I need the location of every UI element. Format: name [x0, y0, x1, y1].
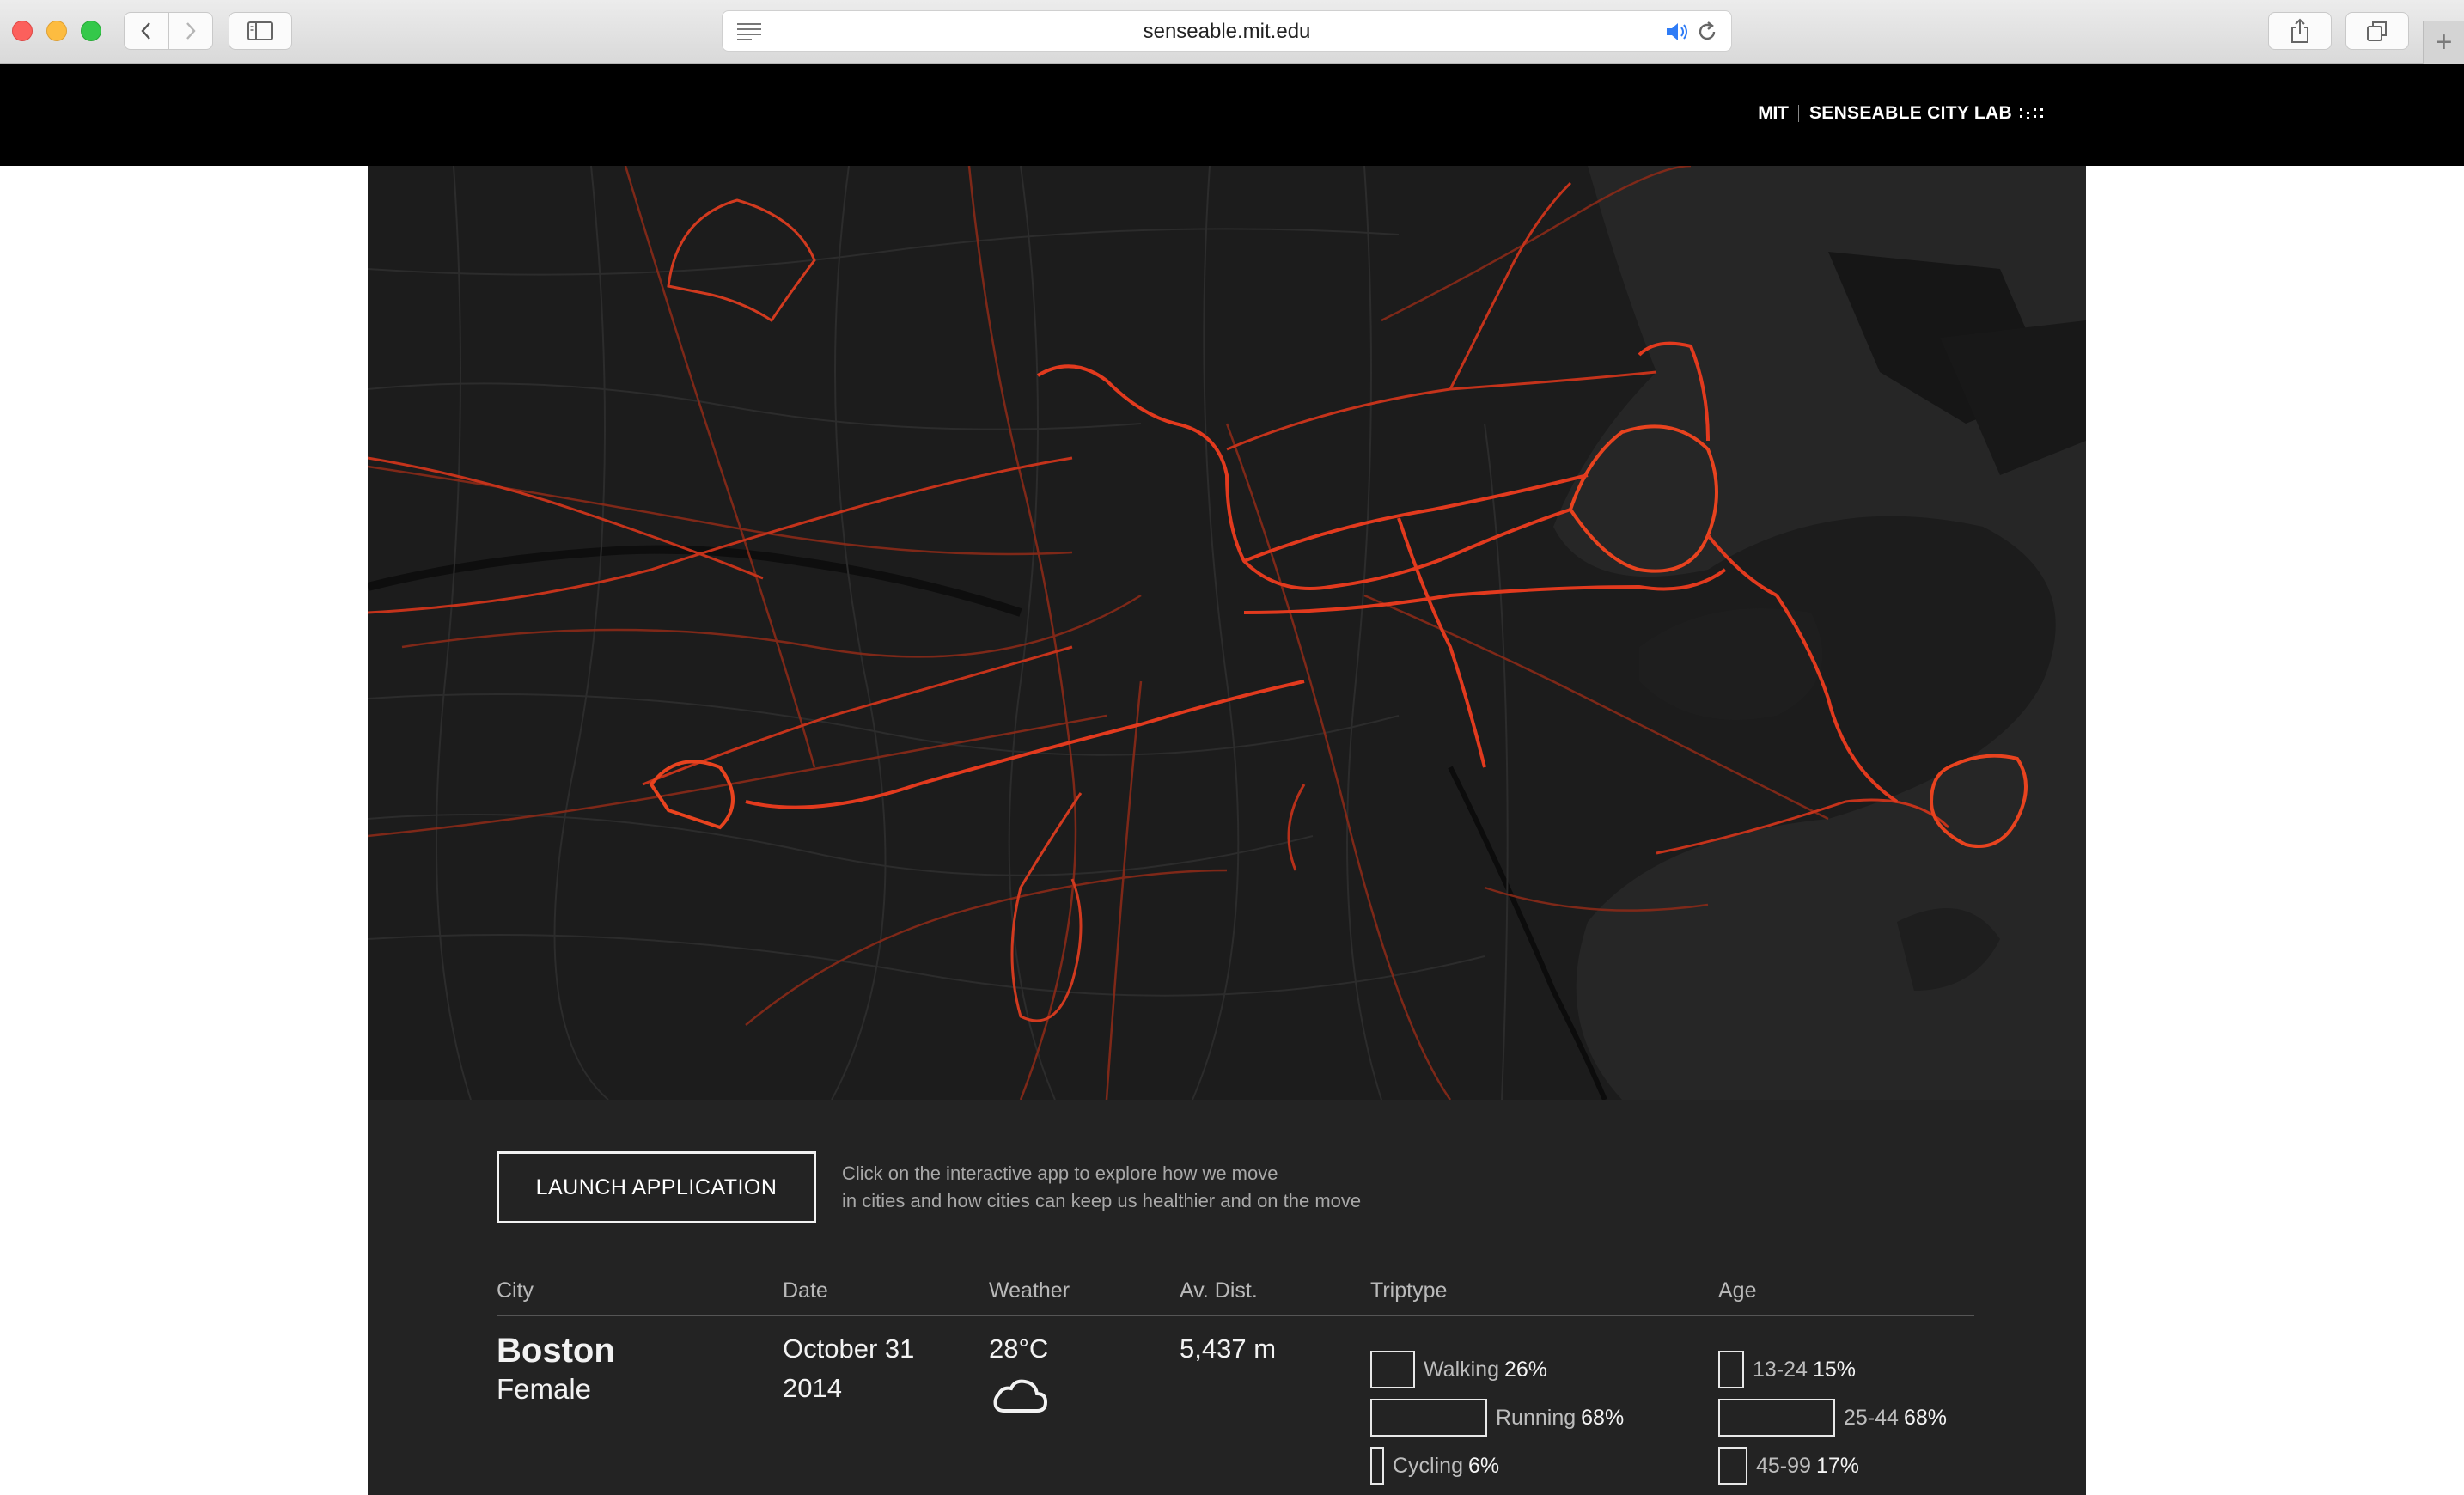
- browser-toolbar: senseable.mit.edu +: [0, 0, 2464, 64]
- description-line: in cities and how cities can keep us hea…: [842, 1190, 1362, 1211]
- triptype-label: Cycling: [1393, 1453, 1463, 1478]
- plus-icon: +: [2435, 26, 2453, 58]
- age-row: 13-24 15%: [1718, 1351, 1856, 1388]
- age-percent: 68%: [1903, 1405, 1947, 1430]
- forward-button[interactable]: [168, 12, 213, 50]
- age-row: 25-44 68%: [1718, 1399, 1947, 1437]
- triptype-label: Running: [1496, 1405, 1577, 1430]
- back-button[interactable]: [124, 12, 168, 50]
- triptype-row: Running 68%: [1370, 1399, 1624, 1437]
- triptype-bar: [1370, 1351, 1415, 1388]
- share-icon: [2291, 18, 2308, 43]
- column-date: Date: [783, 1278, 828, 1303]
- column-age: Age: [1718, 1278, 1757, 1303]
- age-bar: [1718, 1351, 1744, 1388]
- lab-name: SENSEABLE CITY LAB: [1808, 103, 2012, 123]
- triptype-percent: 68%: [1581, 1405, 1625, 1430]
- new-tab-button[interactable]: +: [2423, 21, 2464, 64]
- year-value: 2014: [783, 1373, 842, 1403]
- site-logo[interactable]: MIT SENSEABLE CITY LAB: [1758, 102, 2045, 125]
- column-distance: Av. Dist.: [1180, 1278, 1258, 1303]
- age-row: 45-99 17%: [1718, 1447, 1859, 1485]
- info-panel: LAUNCH APPLICATION Click on the interact…: [368, 1100, 2086, 1495]
- age-label: 45-99: [1756, 1453, 1811, 1478]
- age-percent: 17%: [1815, 1453, 1859, 1478]
- mit-logo: MIT: [1758, 102, 1789, 124]
- triptype-percent: 26%: [1504, 1357, 1548, 1382]
- site-header: MIT SENSEABLE CITY LAB: [0, 64, 2464, 166]
- triptype-row: Walking 26%: [1370, 1351, 1547, 1388]
- city-value: Boston: [497, 1332, 615, 1370]
- age-bar: [1718, 1399, 1835, 1437]
- tab-overview-button[interactable]: [2345, 12, 2409, 50]
- age-bar: [1718, 1447, 1747, 1485]
- route-map[interactable]: [368, 166, 2086, 1100]
- logo-divider: [1797, 105, 1799, 122]
- zoom-window-button[interactable]: [81, 21, 101, 41]
- triptype-label: Walking: [1424, 1357, 1499, 1382]
- sidebar-icon: [247, 21, 273, 40]
- minimize-window-button[interactable]: [46, 21, 67, 41]
- triptype-row: Cycling 6%: [1370, 1447, 1499, 1485]
- temperature-value: 28°C: [989, 1333, 1049, 1364]
- tabs-icon: [2367, 21, 2387, 41]
- column-weather: Weather: [989, 1278, 1070, 1303]
- dots-logo-icon: [2020, 108, 2043, 119]
- triptype-bar: [1370, 1447, 1384, 1485]
- age-label: 25-44: [1844, 1405, 1899, 1430]
- chevron-right-icon: [186, 22, 196, 40]
- age-percent: 15%: [1812, 1357, 1856, 1382]
- triptype-bar: [1370, 1399, 1487, 1437]
- address-bar[interactable]: senseable.mit.edu: [722, 10, 1732, 52]
- share-button[interactable]: [2268, 12, 2332, 50]
- close-window-button[interactable]: [12, 21, 33, 41]
- map-canvas[interactable]: [368, 166, 2086, 1100]
- sidebar-toggle-button[interactable]: [229, 12, 292, 50]
- age-label: 13-24: [1753, 1357, 1808, 1382]
- column-triptype: Triptype: [1370, 1278, 1448, 1303]
- url-text[interactable]: senseable.mit.edu: [723, 11, 1731, 52]
- stats-header: City Date Weather Av. Dist. Triptype Age: [497, 1278, 1974, 1316]
- column-city: City: [497, 1278, 534, 1303]
- gender-value: Female: [497, 1373, 592, 1405]
- launch-application-button[interactable]: LAUNCH APPLICATION: [497, 1151, 816, 1223]
- cloud-icon: [993, 1379, 1048, 1413]
- chevron-left-icon: [141, 22, 150, 40]
- date-value: October 31: [783, 1333, 915, 1364]
- launch-description: Click on the interactive app to explore …: [842, 1160, 1361, 1215]
- speaker-icon[interactable]: [1664, 21, 1690, 43]
- reload-icon[interactable]: [1695, 20, 1719, 44]
- triptype-percent: 6%: [1467, 1453, 1500, 1478]
- description-line: Click on the interactive app to explore …: [842, 1162, 1278, 1184]
- distance-value: 5,437 m: [1180, 1333, 1277, 1364]
